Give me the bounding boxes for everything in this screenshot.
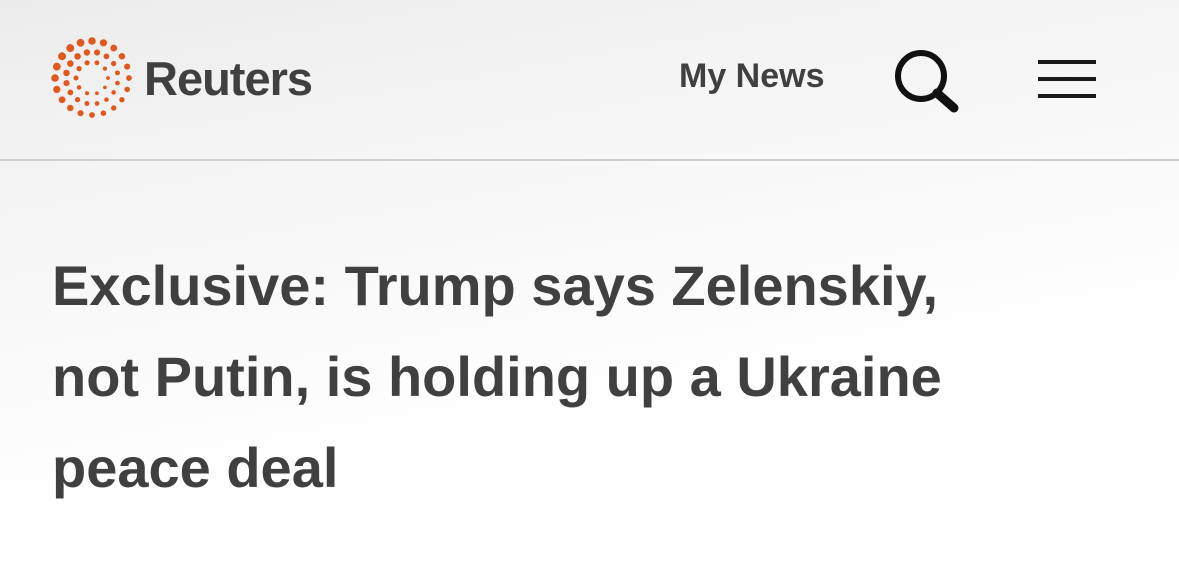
headline-line: peace deal <box>52 436 339 499</box>
search-icon <box>895 50 959 113</box>
brand-name: Reuters <box>144 51 313 105</box>
headline-line: not Putin, is holding up a Ukraine <box>52 345 942 408</box>
headline-line: Exclusive: Trump says Zelenskiy, <box>52 254 939 317</box>
my-news-link[interactable]: My News <box>679 57 825 96</box>
site-header: Reuters My News <box>0 0 1179 161</box>
hamburger-menu-icon <box>1038 60 1096 98</box>
article-headline[interactable]: Exclusive: Trump says Zelenskiy, not Put… <box>52 240 1142 513</box>
menu-button[interactable] <box>1036 56 1100 102</box>
reuters-logo-link[interactable]: Reuters <box>50 36 313 120</box>
search-button[interactable] <box>892 48 962 114</box>
reuters-dots-logo-icon <box>51 37 132 118</box>
